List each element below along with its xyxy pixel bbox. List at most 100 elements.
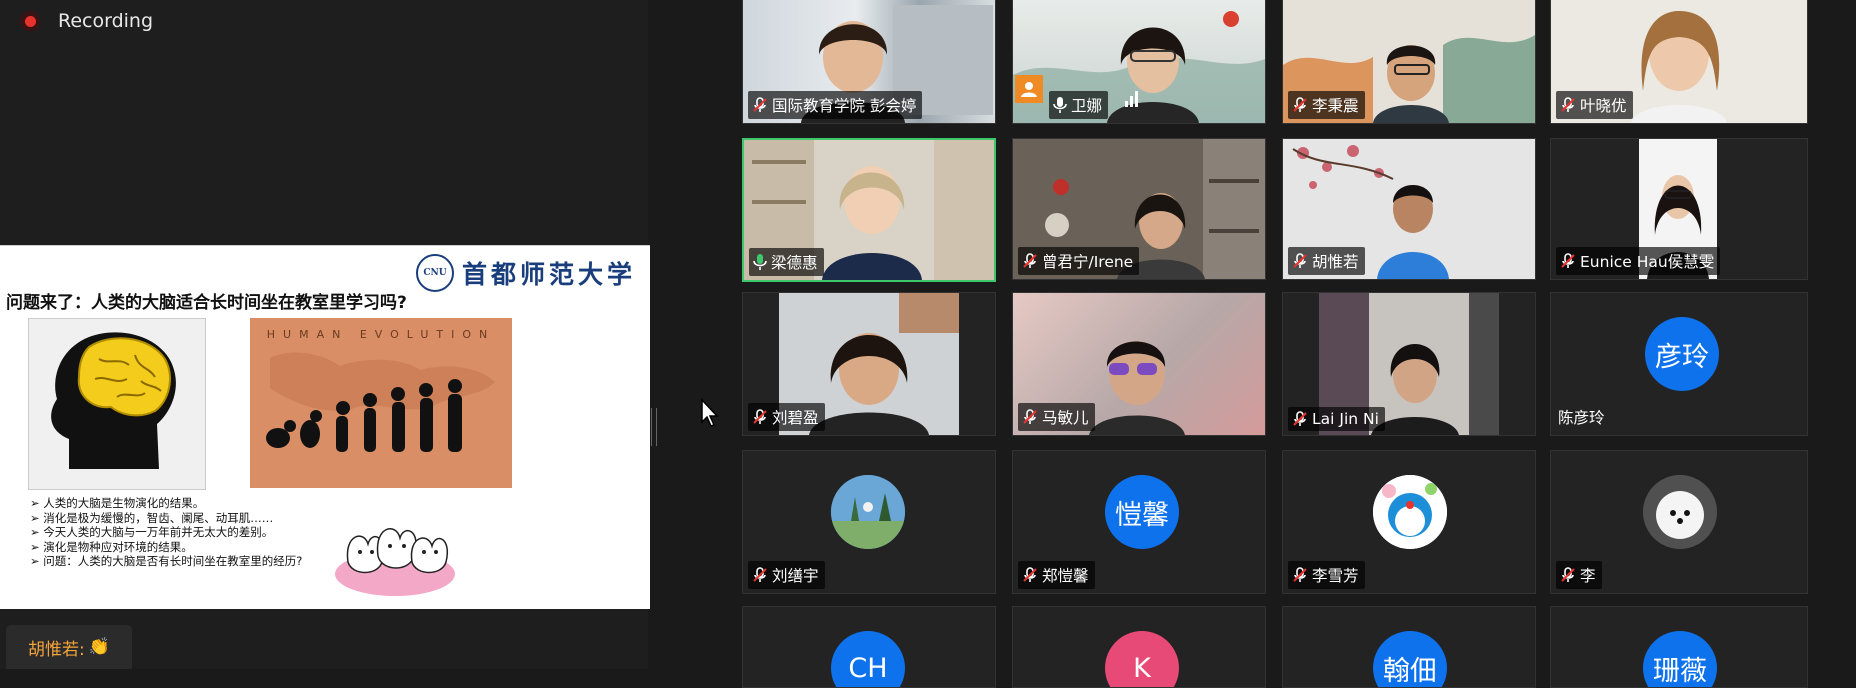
participant-tile[interactable]: 叶晓优 [1550, 0, 1808, 124]
participant-avatar: 珊薇 [1643, 631, 1717, 687]
mic-muted-icon [1293, 97, 1307, 112]
participant-tile[interactable]: 马敏儿 [1012, 292, 1266, 436]
participant-name: 梁德惠 [771, 254, 818, 272]
mic-muted-icon [1023, 567, 1037, 582]
participant-name: 李雪芳 [1312, 567, 1359, 585]
brain-illustration [28, 318, 206, 490]
slide-bullet-list: 人类的大脑是生物演化的结果。 消化是极为缓慢的，智齿、阑尾、动耳肌…… 今天人类… [30, 496, 302, 569]
slide-bullet: 问题：人类的大脑是否有长时间坐在教室里的经历? [30, 554, 302, 569]
participant-avatar: 愷馨 [1105, 475, 1179, 549]
participant-name-tag: 马敏儿 [1018, 403, 1095, 431]
slide-bullet: 演化是物种应对环境的结果。 [30, 540, 302, 555]
mic-muted-icon [1293, 253, 1307, 268]
participant-name-tag: 郑愷馨 [1018, 561, 1095, 589]
participant-tile[interactable]: Eunice Hau侯慧雯 [1550, 138, 1808, 280]
participant-tile[interactable]: 梁德惠 [742, 138, 996, 282]
participant-tile[interactable]: 刘碧盈 [742, 292, 996, 436]
participant-tile[interactable]: 胡惟若 [1282, 138, 1536, 280]
mic-muted-icon [753, 567, 767, 582]
signal-strength-icon [1125, 91, 1138, 107]
participant-avatar-photo [1643, 475, 1717, 549]
participant-name: 李 [1580, 567, 1596, 585]
participant-name-tag: 刘缮宇 [748, 561, 825, 589]
teeth-cartoon-image [330, 504, 460, 599]
participant-gallery: 国际教育学院 彭会婷 卫娜 李秉震 叶晓优 梁德惠 曾君宁/Irene 胡惟若 … [742, 0, 1856, 688]
participant-tile[interactable]: 卫娜 [1012, 0, 1266, 124]
participant-name-tag: 刘碧盈 [748, 403, 825, 431]
participant-name: 卫娜 [1071, 97, 1103, 115]
shared-screen-panel: Recording CNU 首都师范大学 问题来了：人类的大脑适合长时间坐在教室… [0, 0, 650, 669]
mic-muted-icon [1023, 253, 1037, 268]
participant-tile[interactable]: 李 [1550, 450, 1808, 594]
participant-name: 李秉震 [1312, 97, 1359, 115]
participant-tile[interactable]: 曾君宁/Irene [1012, 138, 1266, 280]
participant-tile[interactable]: 李秉震 [1282, 0, 1536, 124]
mic-muted-icon [1293, 567, 1307, 582]
participant-name: 国际教育学院 彭会婷 [772, 97, 917, 115]
mic-active-icon [753, 254, 767, 270]
university-seal-icon: CNU [415, 254, 454, 292]
participant-name-tag: 梁德惠 [749, 248, 824, 276]
mic-muted-icon [1023, 409, 1037, 424]
university-name: 首都师范大学 [461, 260, 636, 289]
participant-tile[interactable]: 愷馨 郑愷馨 [1012, 450, 1266, 594]
participant-avatar: K [1105, 631, 1179, 687]
participant-name: 陈彦玲 [1558, 409, 1605, 427]
mic-icon [1053, 97, 1067, 113]
participant-name-tag: 曾君宁/Irene [1018, 247, 1140, 275]
participant-tile[interactable]: K [1012, 606, 1266, 688]
mic-muted-icon [1293, 411, 1307, 426]
participant-tile[interactable]: 翰佃 [1282, 606, 1536, 688]
recording-label: Recording [58, 10, 154, 32]
participant-avatar-photo [831, 475, 905, 549]
participant-name-tag: 卫娜 [1049, 91, 1109, 119]
participant-avatar: 彦玲 [1645, 317, 1719, 391]
participant-name: Eunice Hau侯慧雯 [1580, 253, 1715, 271]
participant-name: 刘碧盈 [772, 409, 819, 427]
participant-name-tag: 陈彦玲 [1556, 403, 1611, 431]
slide-bullet: 人类的大脑是生物演化的结果。 [30, 496, 302, 511]
video-tag-icon [1015, 75, 1043, 103]
shared-slide: CNU 首都师范大学 问题来了：人类的大脑适合长时间坐在教室里学习吗? HUMA… [0, 245, 650, 609]
mic-muted-icon [753, 97, 767, 112]
record-dot-icon [20, 11, 40, 31]
mic-muted-icon [1561, 253, 1575, 268]
panel-resize-handle[interactable] [651, 408, 657, 446]
participant-name: 刘缮宇 [772, 567, 819, 585]
participant-name-tag: 叶晓优 [1556, 91, 1633, 119]
participant-name-tag: 李秉震 [1288, 91, 1365, 119]
participant-avatar: CH [831, 631, 905, 687]
participant-name-tag: 国际教育学院 彭会婷 [748, 91, 923, 119]
chat-reaction-bubble[interactable]: 胡惟若: 👏 [6, 625, 132, 669]
slide-bullet: 今天人类的大脑与一万年前并无太大的差别。 [30, 525, 302, 540]
mic-muted-icon [753, 409, 767, 424]
participant-tile[interactable]: Lai Jin Ni [1282, 292, 1536, 436]
participant-name-tag: 李雪芳 [1288, 561, 1365, 589]
participant-name-tag: 李 [1556, 561, 1602, 589]
participant-tile[interactable]: 彦玲 陈彦玲 [1550, 292, 1808, 436]
slide-title: 问题来了：人类的大脑适合长时间坐在教室里学习吗? [6, 293, 407, 313]
participant-avatar: 翰佃 [1373, 631, 1447, 687]
participant-tile[interactable]: 珊薇 [1550, 606, 1808, 688]
participant-tile[interactable]: CH [742, 606, 996, 688]
participant-name: 马敏儿 [1042, 409, 1089, 427]
human-evolution-image: HUMAN EVOLUTION [250, 318, 512, 488]
participant-name: 叶晓优 [1580, 97, 1627, 115]
participant-name-tag: 胡惟若 [1288, 247, 1365, 275]
participant-avatar-photo [1373, 475, 1447, 549]
participant-name: 胡惟若 [1312, 253, 1359, 271]
mic-muted-icon [1561, 97, 1575, 112]
mic-muted-icon [1561, 567, 1575, 582]
participant-tile[interactable]: 国际教育学院 彭会婷 [742, 0, 996, 124]
participant-tile[interactable]: 李雪芳 [1282, 450, 1536, 594]
participant-name: 曾君宁/Irene [1042, 253, 1134, 271]
mouse-cursor-icon [701, 398, 719, 427]
participant-tile[interactable]: 刘缮宇 [742, 450, 996, 594]
slide-bullet: 消化是极为缓慢的，智齿、阑尾、动耳肌…… [30, 511, 302, 526]
chat-sender-name: 胡惟若: [28, 639, 85, 660]
clapping-hands-icon: 👏 [88, 637, 110, 657]
participant-name-tag: Lai Jin Ni [1288, 407, 1385, 431]
participant-name-tag: Eunice Hau侯慧雯 [1556, 247, 1721, 275]
recording-indicator[interactable]: Recording [20, 10, 153, 32]
participant-name: Lai Jin Ni [1312, 410, 1379, 428]
